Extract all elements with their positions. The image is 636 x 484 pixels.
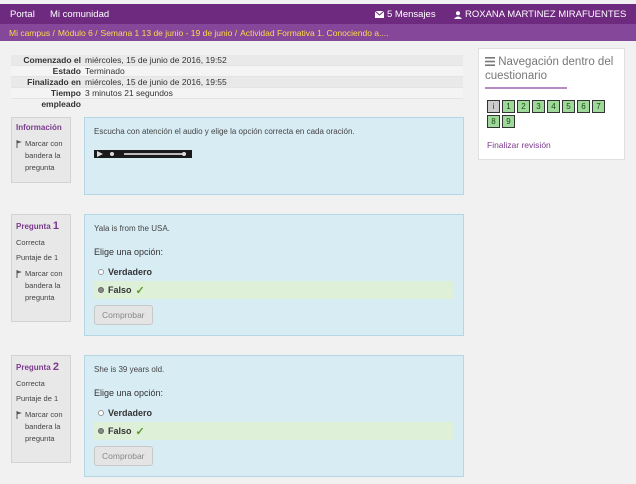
nav-button-info[interactable]: i: [487, 100, 500, 113]
summary-label: Tiempo empleado: [41, 88, 81, 109]
summary-row: Estado Terminado: [11, 66, 463, 77]
question-status: Correcta: [16, 379, 45, 388]
question-2-sidebox: Pregunta 2 Correcta Puntaje de 1 Marcar …: [11, 355, 71, 463]
question-prompt: Yala is from the USA.: [94, 224, 170, 233]
option-true[interactable]: Verdadero: [94, 404, 454, 422]
check-button[interactable]: Comprobar: [94, 305, 153, 325]
question-1-sidebox: Pregunta 1 Correcta Puntaje de 1 Marcar …: [11, 214, 71, 322]
flag-label: Marcar con bandera la pregunta: [25, 410, 63, 443]
summary-label: Finalizado en: [27, 77, 81, 87]
user-menu[interactable]: ROXANA MARTINEZ MIRAFUENTES: [454, 9, 626, 20]
community-link[interactable]: Mi comunidad: [50, 9, 109, 20]
question-number: 1: [52, 220, 60, 232]
choose-label: Elige una opción:: [94, 388, 164, 398]
breadcrumb-item-week[interactable]: Semana 1 13 de junio - 19 de junio /: [101, 28, 238, 38]
info-text: Escucha con atención el audio y elige la…: [94, 127, 355, 136]
summary-label: Estado: [52, 66, 81, 76]
radio-button[interactable]: [98, 410, 104, 416]
nav-button-5[interactable]: 5: [562, 100, 575, 113]
radio-button[interactable]: [98, 428, 104, 434]
nav-button-1[interactable]: 1: [502, 100, 515, 113]
summary-row: Comenzado el miércoles, 15 de junio de 20…: [11, 55, 463, 66]
question-number: 2: [52, 361, 60, 373]
quiz-nav-title-text: Navegación dentro del cuestionario: [485, 56, 614, 82]
title-underline: [485, 87, 567, 89]
option-false[interactable]: Falso ✓: [94, 422, 454, 440]
top-navbar: Portal Mi comunidad 5 Mensajes ROXANA MA…: [0, 4, 636, 24]
flag-question-toggle[interactable]: Marcar con bandera la pregunta: [16, 268, 66, 304]
nav-button-4[interactable]: 4: [547, 100, 560, 113]
summary-label: Comenzado el: [23, 55, 81, 65]
option-true[interactable]: Verdadero: [94, 263, 454, 281]
question-score: Puntaje de 1: [16, 253, 59, 262]
attempt-summary-table: Comenzado el miércoles, 15 de junio de 20…: [11, 55, 463, 109]
radio-button[interactable]: [98, 269, 104, 275]
info-content: Escucha con atención el audio y elige la…: [84, 117, 464, 195]
quiz-nav-title: Navegación dentro del cuestionario: [485, 55, 621, 83]
user-icon: [454, 10, 462, 19]
option-label: Falso: [108, 426, 132, 436]
volume-knob[interactable]: [182, 152, 186, 156]
flag-icon: [16, 411, 22, 419]
question-score: Puntaje de 1: [16, 394, 59, 403]
flag-icon: [16, 270, 22, 278]
play-icon[interactable]: [97, 151, 103, 157]
nav-button-2[interactable]: 2: [517, 100, 530, 113]
quiz-navigation-panel: Navegación dentro del cuestionario i 1 2…: [478, 48, 625, 160]
option-false[interactable]: Falso ✓: [94, 281, 454, 299]
checkmark-icon: ✓: [135, 425, 145, 438]
flag-label: Marcar con bandera la pregunta: [25, 269, 63, 302]
flag-icon: [16, 140, 22, 148]
info-title: Información: [16, 123, 62, 132]
question-label: Pregunta: [16, 363, 51, 372]
summary-value: Terminado: [85, 66, 125, 76]
summary-value: 3 minutos 21 segundos: [85, 88, 173, 98]
progress-dot: [110, 152, 114, 156]
question-1-content: Yala is from the USA. Elige una opción: …: [84, 214, 464, 336]
envelope-icon: [375, 11, 384, 18]
messages-link[interactable]: 5 Mensajes: [375, 9, 436, 20]
question-status: Correcta: [16, 238, 45, 247]
flag-question-toggle[interactable]: Marcar con bandera la pregunta: [16, 409, 66, 445]
nav-button-7[interactable]: 7: [592, 100, 605, 113]
flag-label: Marcar con bandera la pregunta: [25, 139, 63, 172]
summary-value: miércoles, 15 de junio de 2016, 19:52: [85, 55, 227, 65]
portal-link[interactable]: Portal: [10, 9, 35, 20]
user-name: ROXANA MARTINEZ MIRAFUENTES: [465, 9, 627, 20]
choose-label: Elige una opción:: [94, 247, 164, 257]
nav-button-8[interactable]: 8: [487, 115, 500, 128]
breadcrumb-item-module[interactable]: Módulo 6 /: [58, 28, 98, 38]
audio-progress-track[interactable]: [124, 153, 186, 155]
messages-label: 5 Mensajes: [387, 9, 436, 20]
flag-question-toggle[interactable]: Marcar con bandera la pregunta: [16, 138, 66, 174]
nav-button-3[interactable]: 3: [532, 100, 545, 113]
question-2-content: She is 39 years old. Elige una opción: V…: [84, 355, 464, 477]
option-label: Falso: [108, 285, 132, 295]
summary-value: miércoles, 15 de junio de 2016, 19:55: [85, 77, 227, 87]
breadcrumb-item-campus[interactable]: Mi campus /: [9, 28, 55, 38]
finish-review-link[interactable]: Finalizar revisión: [487, 140, 551, 150]
summary-row: Tiempo empleado 3 minutos 21 segundos: [11, 88, 463, 109]
check-button[interactable]: Comprobar: [94, 446, 153, 466]
nav-button-6[interactable]: 6: [577, 100, 590, 113]
nav-button-9[interactable]: 9: [502, 115, 515, 128]
info-sidebox: Información Marcar con bandera la pregun…: [11, 117, 71, 183]
breadcrumb-item-activity[interactable]: Actividad Formativa 1. Conociendo a....: [240, 28, 388, 38]
menu-icon: [485, 57, 495, 66]
option-label: Verdadero: [108, 408, 153, 418]
radio-button[interactable]: [98, 287, 104, 293]
breadcrumb: Mi campus / Módulo 6 / Semana 1 13 de ju…: [0, 24, 636, 41]
option-label: Verdadero: [108, 267, 153, 277]
question-nav-buttons: i 1 2 3 4 5 6 7 8 9: [487, 100, 613, 128]
audio-player[interactable]: [94, 150, 192, 158]
question-label: Pregunta: [16, 222, 51, 231]
checkmark-icon: ✓: [135, 284, 145, 297]
summary-row: Finalizado en miércoles, 15 de junio de 2…: [11, 77, 463, 88]
question-prompt: She is 39 years old.: [94, 365, 165, 374]
